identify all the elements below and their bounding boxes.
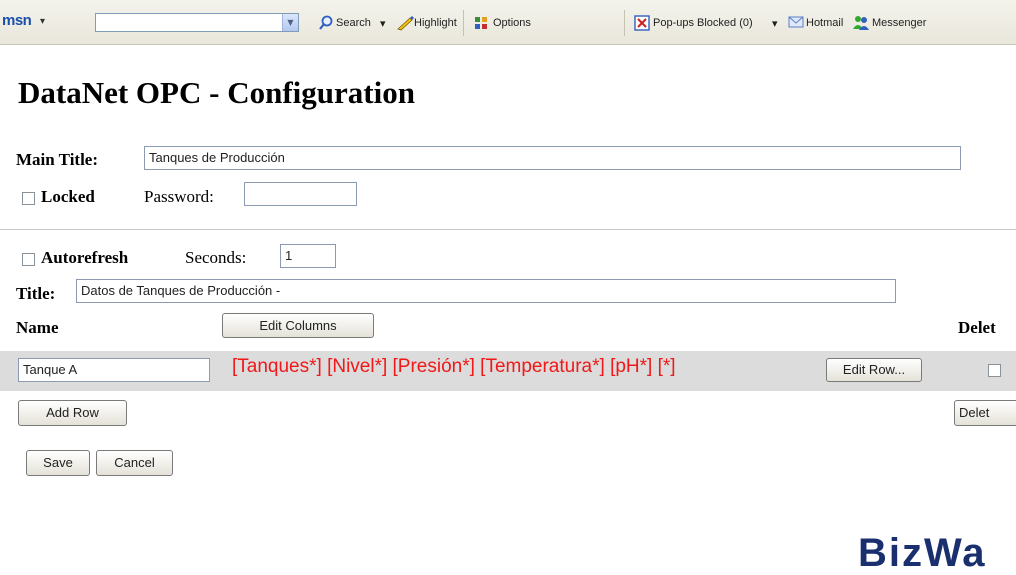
section-divider — [0, 229, 1016, 230]
title-input[interactable]: Datos de Tanques de Producción - — [76, 279, 896, 303]
row-name-input[interactable]: Tanque A — [18, 358, 210, 382]
combo-dropdown-icon[interactable]: ▼ — [282, 14, 298, 31]
edit-columns-button[interactable]: Edit Columns — [222, 313, 374, 338]
messenger-button[interactable]: Messenger — [872, 17, 926, 29]
page-title: DataNet OPC - Configuration — [18, 75, 415, 110]
main-title-label: Main Title: — [16, 150, 98, 170]
row-column-tags: [Tanques*] [Nivel*] [Presión*] [Temperat… — [232, 356, 676, 377]
search-button[interactable]: Search — [336, 17, 371, 29]
locked-label-text: Locked — [41, 187, 95, 206]
main-title-label-text: Main Title: — [16, 150, 99, 169]
options-icon[interactable] — [474, 15, 490, 36]
delete-column-header: Delet — [958, 318, 996, 337]
name-column-header: Name — [16, 318, 59, 337]
toolbar-separator — [624, 10, 625, 36]
msn-toolbar: msn ▾ ▼ Search ▾ Highlight Options Pop-u… — [0, 0, 1016, 45]
popups-blocked-button[interactable]: Pop-ups Blocked (0) — [653, 17, 753, 29]
locked-checkbox[interactable] — [22, 192, 35, 205]
row-delete-checkbox[interactable] — [988, 364, 1001, 377]
search-dropdown-icon[interactable]: ▾ — [380, 17, 386, 30]
save-button[interactable]: Save — [26, 450, 90, 476]
highlight-icon[interactable] — [396, 15, 414, 36]
autorefresh-label: Autorefresh — [41, 248, 128, 268]
msn-menu-arrow-icon[interactable]: ▾ — [40, 16, 45, 27]
popups-dropdown-icon[interactable]: ▾ — [772, 17, 778, 30]
locked-label: Locked — [41, 187, 95, 207]
password-label: Password: — [144, 187, 214, 206]
title-label-text: Title: — [16, 284, 56, 303]
seconds-input[interactable]: 1 — [280, 244, 336, 268]
title-label: Title: — [16, 284, 55, 304]
add-row-button[interactable]: Add Row — [18, 400, 127, 426]
password-input[interactable] — [244, 182, 357, 206]
highlight-button[interactable]: Highlight — [414, 17, 457, 29]
bizwave-logo: BizWa — [858, 531, 987, 575]
autorefresh-checkbox[interactable] — [22, 253, 35, 266]
search-icon[interactable] — [318, 15, 334, 36]
hotmail-icon[interactable] — [788, 15, 804, 34]
seconds-label: Seconds: — [185, 248, 247, 267]
delete-button[interactable]: Delet — [954, 400, 1016, 426]
toolbar-separator — [463, 10, 464, 36]
hotmail-button[interactable]: Hotmail — [806, 17, 843, 29]
toolbar-search-combo[interactable]: ▼ — [95, 13, 299, 32]
cancel-button[interactable]: Cancel — [96, 450, 173, 476]
autorefresh-label-text: Autorefresh — [41, 248, 129, 267]
msn-logo[interactable]: msn — [2, 12, 32, 29]
popup-blocker-icon[interactable] — [634, 15, 650, 36]
edit-row-button[interactable]: Edit Row... — [826, 358, 922, 382]
messenger-icon[interactable] — [852, 15, 870, 36]
main-title-input[interactable]: Tanques de Producción — [144, 146, 961, 170]
options-button[interactable]: Options — [493, 17, 531, 29]
